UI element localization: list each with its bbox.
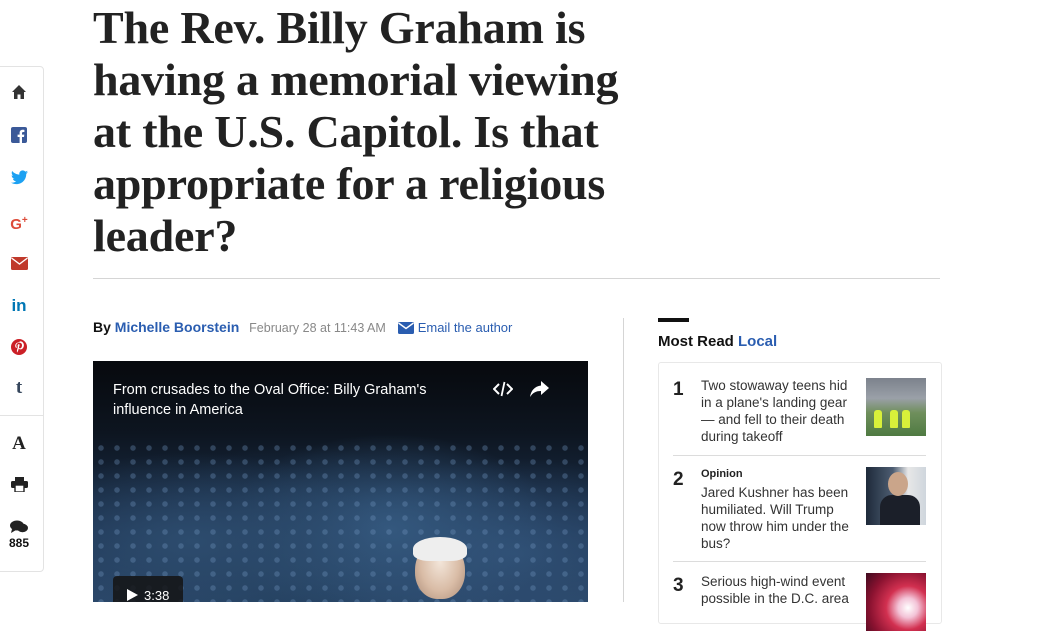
video-duration: 3:38 [144, 588, 170, 602]
linkedin-icon: in [11, 296, 27, 315]
home-icon [12, 85, 26, 99]
video-subject-hair [413, 537, 467, 561]
share-arrow-icon [530, 381, 549, 397]
list-divider [673, 455, 926, 456]
twitter-icon [10, 170, 28, 185]
rank-number: 2 [673, 469, 684, 490]
comments-button[interactable]: 885 [0, 520, 43, 550]
most-read-list: 1 Two stowaway teens hid in a plane's la… [658, 362, 942, 631]
comments-icon [10, 520, 28, 533]
print-button[interactable] [0, 477, 43, 492]
most-read-headline[interactable]: Two stowaway teens hid in a plane's land… [701, 377, 857, 445]
most-read-headline[interactable]: Jared Kushner has been humiliated. Will … [701, 485, 849, 551]
thumbnail-face [888, 472, 908, 496]
publish-date: February 28 at 11:43 AM [249, 321, 386, 335]
rank-number: 3 [673, 575, 684, 596]
thumbnail-figure [890, 410, 898, 428]
most-read-section-link[interactable]: Local [738, 333, 777, 350]
most-read-thumbnail [866, 573, 926, 631]
linkedin-share-button[interactable]: in [0, 297, 43, 315]
headline-divider [93, 278, 940, 279]
most-read-thumbnail [866, 378, 926, 436]
list-divider [673, 561, 926, 562]
text-size-icon: A [12, 433, 26, 454]
envelope-icon [397, 322, 414, 334]
thumbnail-figure [880, 495, 920, 525]
most-read-heading: Most Read Local [658, 333, 777, 350]
print-icon [10, 477, 28, 492]
column-divider [623, 318, 624, 602]
email-author-link[interactable]: Email the author [397, 320, 513, 335]
text-size-button[interactable]: A [0, 433, 43, 455]
email-share-button[interactable] [0, 257, 43, 270]
email-author-label: Email the author [417, 320, 513, 335]
thumbnail-figure [902, 410, 910, 428]
video-title: From crusades to the Oval Office: Billy … [113, 382, 427, 418]
author-link[interactable]: Michelle Boorstein [115, 319, 239, 335]
google-plus-icon: G+ [10, 215, 28, 233]
embed-code-icon [492, 381, 514, 397]
most-read-text: Opinion Jared Kushner has been humiliate… [701, 467, 857, 552]
pinterest-icon [11, 339, 27, 355]
video-player[interactable]: From crusades to the Oval Office: Billy … [93, 361, 588, 602]
comment-count: 885 [8, 536, 30, 550]
twitter-share-button[interactable] [0, 170, 43, 185]
byline: By Michelle Boorstein February 28 at 11:… [93, 319, 512, 335]
rail-divider [0, 415, 43, 416]
facebook-share-button[interactable] [0, 127, 43, 143]
embed-button[interactable] [492, 381, 514, 402]
share-rail: G+ in t A 885 [0, 66, 44, 572]
most-read-label: Most Read [658, 333, 734, 350]
most-read-accent-bar [658, 318, 689, 322]
byline-prefix: By [93, 319, 111, 335]
opinion-kicker: Opinion [701, 468, 743, 480]
tumblr-share-button[interactable]: t [0, 378, 43, 398]
play-icon [127, 589, 138, 601]
share-video-button[interactable] [530, 381, 549, 402]
email-icon [10, 257, 28, 270]
facebook-icon [11, 127, 27, 143]
google-plus-share-button[interactable]: G+ [0, 213, 43, 233]
thumbnail-figure [874, 410, 882, 428]
tumblr-icon: t [15, 377, 23, 398]
article-headline: The Rev. Billy Graham is having a memori… [93, 2, 619, 261]
rank-number: 1 [673, 379, 684, 400]
home-button[interactable] [0, 84, 43, 100]
most-read-thumbnail [866, 467, 926, 525]
video-duration-badge[interactable]: 3:38 [113, 576, 184, 602]
pinterest-share-button[interactable] [0, 339, 43, 355]
